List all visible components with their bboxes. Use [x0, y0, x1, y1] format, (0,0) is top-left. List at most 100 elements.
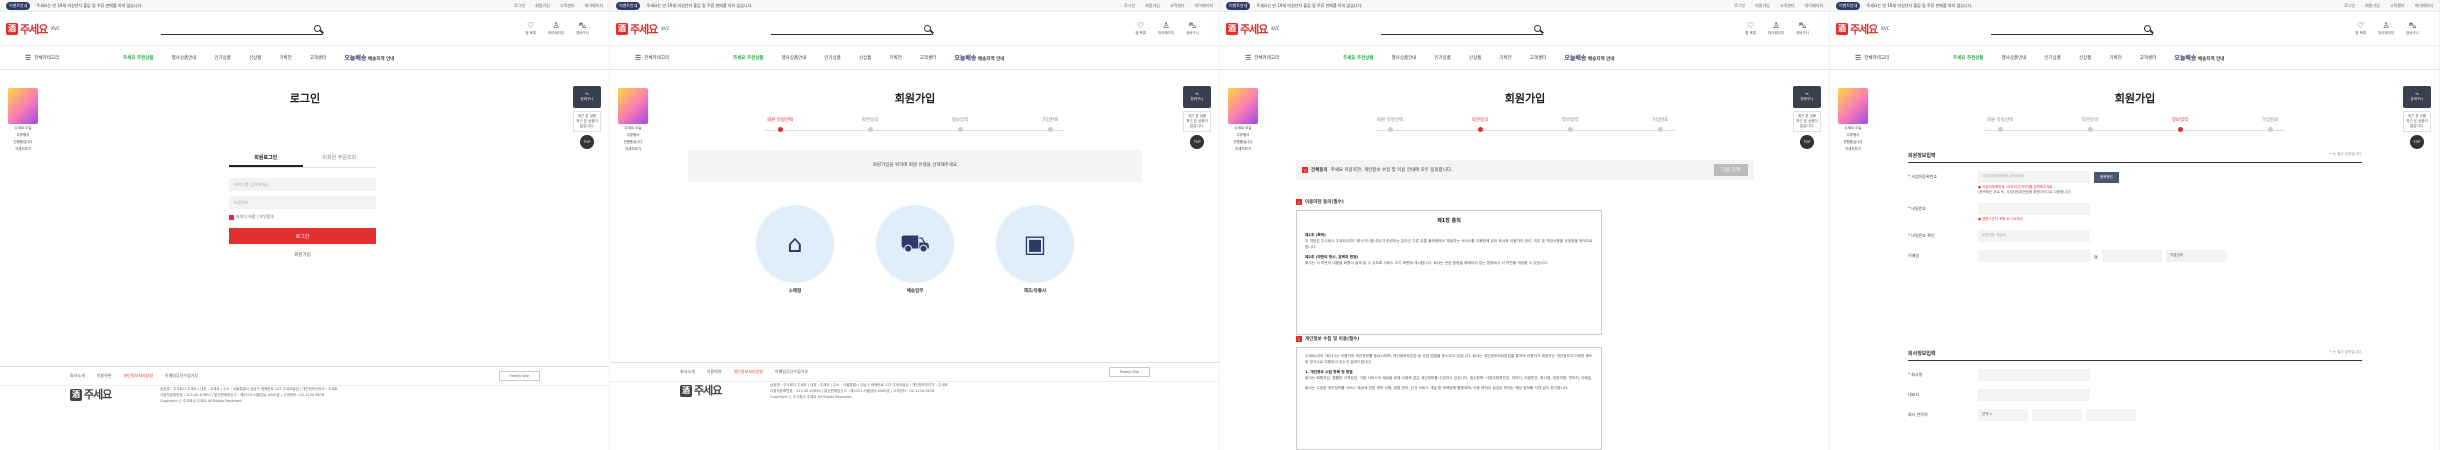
delivery-info[interactable]: 오늘배송 배송지역 안내: [2174, 53, 2224, 62]
user-button[interactable]: ♙ 마이페이지: [1768, 21, 1784, 36]
phone-middle-field[interactable]: [2032, 409, 2082, 421]
nav-item[interactable]: 기획전: [1499, 55, 1511, 61]
nav-brand-link[interactable]: 주세요 추천상품: [123, 55, 154, 61]
event-badge[interactable]: 이벤트안내: [1836, 1, 1861, 10]
nav-item[interactable]: 기획전: [889, 55, 901, 61]
duplicate-check-button[interactable]: 중복확인: [2094, 171, 2119, 183]
search-input[interactable]: [771, 22, 933, 35]
top-link[interactable]: 고객센터: [2390, 3, 2405, 9]
nav-brand-link[interactable]: 주세요 추천상품: [1343, 55, 1374, 61]
user-button[interactable]: ♙ 마이페이지: [2378, 21, 2394, 36]
delivery-info[interactable]: 오늘배송 배송지역 안내: [344, 53, 394, 62]
logo[interactable]: 酒 주세요 KVC: [616, 21, 771, 37]
family-site-select[interactable]: Family Site: [1108, 367, 1150, 377]
footer-link[interactable]: 회사소개: [70, 373, 85, 379]
terms1-box[interactable]: 제1장 총칙 제1조 (목적) 이 약관은 주식회사 주세요(이하 "회사"라 합니…: [1296, 210, 1602, 335]
footer-link[interactable]: 이메일무단수집거부: [775, 369, 808, 375]
cart-button[interactable]: ⛍ 장바구니: [1186, 21, 1199, 36]
family-site-select[interactable]: Family Site: [498, 371, 540, 381]
email-domain-field[interactable]: [2102, 250, 2162, 262]
search-icon[interactable]: [1534, 24, 1541, 32]
search-input[interactable]: [1381, 22, 1543, 35]
nav-item[interactable]: 신상품: [859, 55, 871, 61]
delivery-info[interactable]: 오늘배송 배송지역 안내: [1564, 53, 1614, 62]
nav-item[interactable]: 행사상품안내: [172, 55, 197, 61]
nav-item[interactable]: 인기상품: [2044, 55, 2061, 61]
heart-button[interactable]: ♡ 찜 목록: [1745, 21, 1756, 36]
top-link[interactable]: 회원가입: [2365, 3, 2380, 9]
footer-link[interactable]: 이용약관: [97, 373, 112, 379]
join-link[interactable]: 회원가입: [229, 252, 376, 258]
top-link[interactable]: 로그인: [514, 3, 525, 9]
top-link[interactable]: 로그인: [1124, 3, 1135, 9]
top-button[interactable]: TOP: [580, 135, 594, 149]
event-badge[interactable]: 이벤트안내: [616, 1, 641, 10]
member-type-option[interactable]: ▣ 제조/유통사: [996, 205, 1074, 294]
form-field[interactable]: [1978, 203, 2090, 215]
terms2-box[interactable]: 주세요(이하 "회사")는 이용자의 개인정보를 중요시하며, 개인정보보호법 …: [1296, 347, 1602, 450]
tab-guest[interactable]: 비회원 주문조회: [303, 150, 377, 167]
nav-item[interactable]: 기획전: [279, 55, 291, 61]
nav-item[interactable]: 행사상품안내: [2002, 55, 2027, 61]
event-badge[interactable]: 이벤트안내: [1226, 1, 1251, 10]
top-link[interactable]: 마이페이지: [585, 3, 603, 9]
nav-brand-link[interactable]: 주세요 추천상품: [733, 55, 764, 61]
top-link[interactable]: 마이페이지: [1805, 3, 1823, 9]
logo[interactable]: 酒 주세요 KVC: [1226, 21, 1381, 37]
form-field[interactable]: [1978, 369, 2090, 381]
top-button[interactable]: TOP: [2410, 135, 2424, 149]
top-button[interactable]: TOP: [1190, 135, 1204, 149]
top-link[interactable]: 고객센터: [1780, 3, 1795, 9]
top-link[interactable]: 로그인: [1734, 3, 1745, 9]
form-field[interactable]: 비밀번호 재입력: [1978, 230, 2090, 242]
member-type-option[interactable]: ⛟ 배송업무: [876, 205, 954, 294]
nav-item[interactable]: 고객센터: [2140, 55, 2157, 61]
delivery-info[interactable]: 오늘배송 배송지역 안내: [954, 53, 1004, 62]
footer-link[interactable]: 이메일무단수집거부: [165, 373, 198, 379]
nav-item[interactable]: 인기상품: [1434, 55, 1451, 61]
top-link[interactable]: 마이페이지: [1195, 3, 1213, 9]
search-icon[interactable]: [924, 24, 931, 32]
nav-item[interactable]: 인기상품: [214, 55, 231, 61]
footer-link[interactable]: 개인정보처리방침: [123, 373, 152, 379]
search-icon[interactable]: [314, 24, 321, 32]
cart-button[interactable]: ⛍ 장바구니: [2406, 21, 2419, 36]
password-input[interactable]: 비밀번호: [229, 196, 376, 209]
terms1-checkbox[interactable]: ✓: [1296, 199, 1302, 205]
event-badge[interactable]: 이벤트안내: [6, 1, 31, 10]
nav-item[interactable]: 신상품: [2079, 55, 2091, 61]
nav-item[interactable]: 행사상품안내: [1392, 55, 1417, 61]
nav-item[interactable]: 신상품: [249, 55, 261, 61]
category-menu[interactable]: ☰ 전체카테고리: [25, 54, 105, 62]
user-button[interactable]: ♙ 마이페이지: [548, 21, 564, 36]
form-field[interactable]: [1978, 389, 2090, 401]
footer-link[interactable]: 개인정보처리방침: [733, 369, 762, 375]
category-menu[interactable]: ☰ 전체카테고리: [1855, 54, 1935, 62]
top-link[interactable]: 고객센터: [560, 3, 575, 9]
form-field[interactable]: [1978, 250, 2090, 262]
category-menu[interactable]: ☰ 전체카테고리: [635, 54, 715, 62]
nav-item[interactable]: 고객센터: [310, 55, 327, 61]
member-type-option[interactable]: ⌂ 소매점: [756, 205, 834, 294]
category-menu[interactable]: ☰ 전체카테고리: [1245, 54, 1325, 62]
logo[interactable]: 酒 주세요 KVC: [1836, 21, 1991, 37]
heart-button[interactable]: ♡ 찜 목록: [525, 21, 536, 36]
nav-item[interactable]: 기획전: [2109, 55, 2121, 61]
search-input[interactable]: [161, 22, 323, 35]
cart-button[interactable]: ⛍ 장바구니: [576, 21, 589, 36]
nav-item[interactable]: 고객센터: [920, 55, 937, 61]
footer-link[interactable]: 이용약관: [707, 369, 722, 375]
cart-button[interactable]: ⛍ 장바구니: [1796, 21, 1809, 36]
top-button[interactable]: TOP: [1800, 135, 1814, 149]
form-field[interactable]: 사업자등록번호를 입력하세요: [1978, 171, 2090, 183]
tab-member[interactable]: 회원로그인: [229, 150, 303, 167]
id-input[interactable]: 아이디를 입력하세요: [229, 178, 376, 191]
phone-last-field[interactable]: [2086, 409, 2136, 421]
nav-item[interactable]: 행사상품안내: [782, 55, 807, 61]
save-id-checkbox[interactable]: 아이디 저장 / 보안접속: [229, 214, 376, 220]
top-link[interactable]: 마이페이지: [2415, 3, 2433, 9]
top-link[interactable]: 회원가입: [1145, 3, 1160, 9]
user-button[interactable]: ♙ 마이페이지: [1158, 21, 1174, 36]
heart-button[interactable]: ♡ 찜 목록: [2355, 21, 2366, 36]
nav-item[interactable]: 신상품: [1469, 55, 1481, 61]
